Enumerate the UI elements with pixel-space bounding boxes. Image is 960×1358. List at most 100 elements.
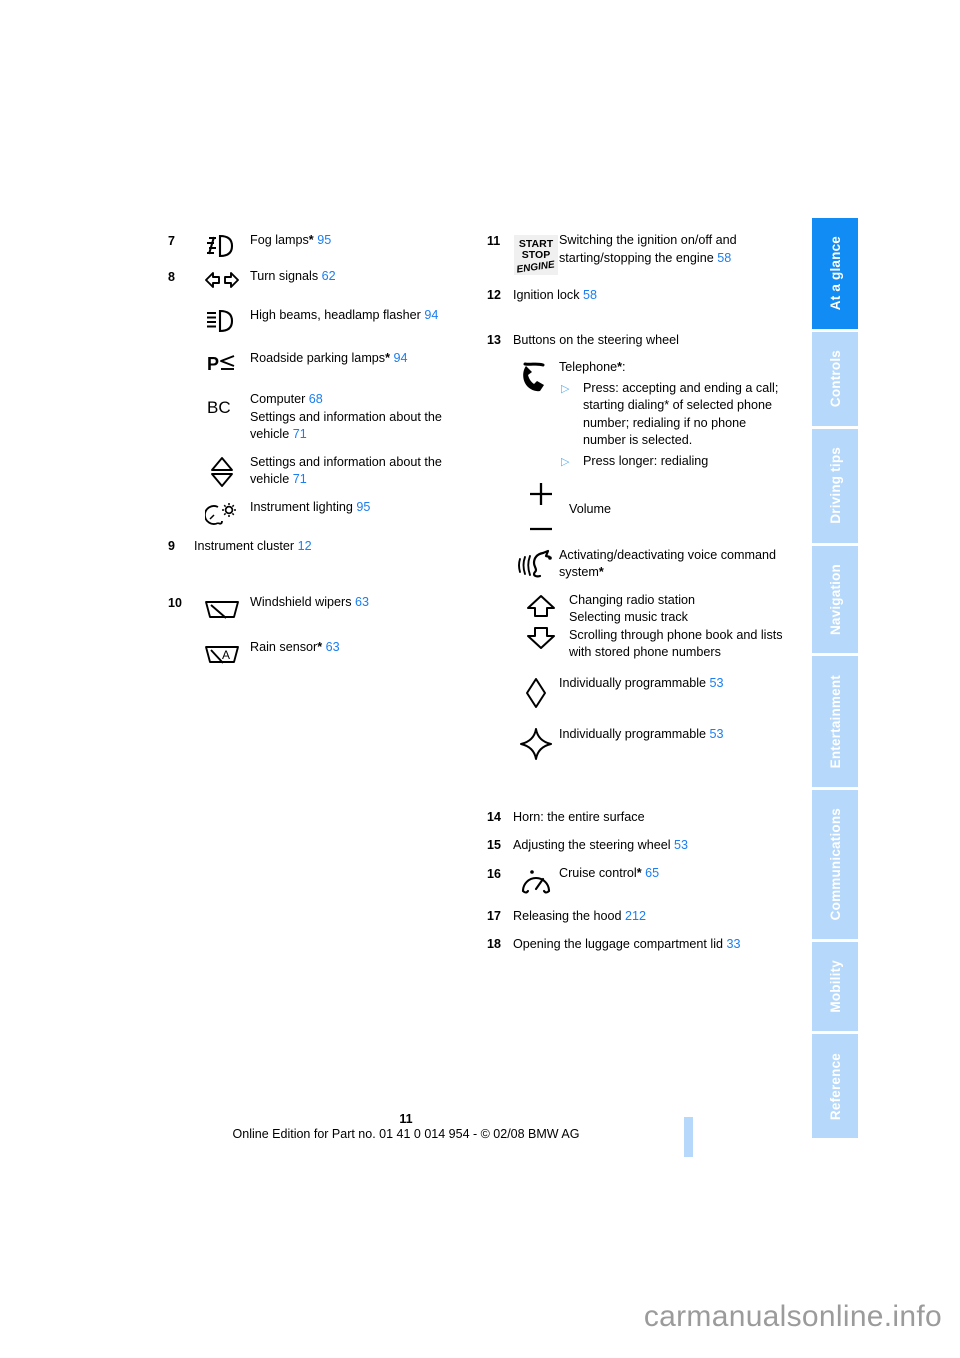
telephone-handset-icon [513, 359, 559, 395]
page-ref[interactable]: 65 [645, 866, 659, 880]
section-tab-strip: At a glance Controls Driving tips Naviga… [812, 218, 858, 1139]
entry-label: Ignition lock [513, 288, 580, 302]
fog-lamps-icon [194, 232, 250, 258]
up-down-triangles-icon [194, 454, 250, 488]
entry-label: Computer [250, 392, 306, 406]
tab-label: Reference [827, 1052, 843, 1120]
item-number: 12 [487, 288, 501, 302]
page-ref[interactable]: 95 [356, 500, 370, 514]
entry-horn: 14 Horn: the entire surface [487, 808, 787, 827]
item-number: 15 [487, 838, 501, 852]
page-ref[interactable]: 71 [293, 472, 307, 486]
page-ref[interactable]: 33 [727, 937, 741, 951]
entry-text: Activating/deactivating voice command sy… [559, 547, 787, 582]
item-number: 18 [487, 937, 501, 951]
arrow-line-2: Selecting music track [569, 610, 688, 624]
arrow-up-icon [525, 594, 557, 618]
tab-label: Mobility [827, 960, 843, 1013]
entry-text: Roadside parking lamps* 94 [250, 350, 473, 368]
volume-icons [513, 479, 569, 541]
entry-text: Individually programmable 53 [559, 675, 787, 693]
option-star: * [317, 640, 323, 654]
tab-driving-tips[interactable]: Driving tips [812, 429, 858, 543]
entry-telephone: Telephone*: ▷ Press: accepting and endin… [487, 359, 787, 471]
page-ref[interactable]: 12 [298, 539, 312, 553]
page-ref[interactable]: 94 [424, 308, 438, 322]
page-ref[interactable]: 71 [293, 427, 307, 441]
telephone-bullet-2: ▷ Press longer: redialing [559, 453, 787, 471]
entry-label: Instrument cluster [194, 538, 295, 553]
colon: : [622, 360, 626, 374]
item-number-spacer [168, 391, 194, 392]
section-heading: Buttons on the steering wheel [513, 332, 679, 347]
entry-label: Switching the ignition on/off and starti… [559, 233, 737, 265]
entry-label: Activating/deactivating voice command sy… [559, 547, 777, 580]
start-stop-engine-icon: START STOP ENGINE [513, 232, 559, 276]
bullet-text: Press longer: redialing [583, 453, 709, 468]
entry-label: Fog lamps [250, 233, 309, 247]
arrow-icons [513, 592, 569, 650]
roadside-parking-icon: P [194, 350, 250, 374]
entry-label: High beams, headlamp flasher [250, 308, 421, 322]
tab-reference[interactable]: Reference [812, 1034, 858, 1139]
entry-text: High beams, headlamp flasher 94 [250, 307, 473, 325]
page-ref[interactable]: 94 [394, 351, 408, 365]
tab-navigation[interactable]: Navigation [812, 545, 858, 654]
entry-instrument-cluster: 9 Instrument cluster 12 [168, 537, 473, 556]
entry-text: Adjusting the steering wheel 53 [513, 836, 688, 855]
svg-text:P: P [207, 354, 219, 374]
entry-text: Horn: the entire surface [513, 808, 645, 827]
instrument-lighting-icon [194, 499, 250, 527]
item-number-spacer [168, 307, 194, 308]
entry-label: Rain sensor [250, 640, 318, 654]
entry-programmable-star: Individually programmable 53 [487, 726, 787, 760]
item-number-spacer [168, 350, 194, 351]
tab-controls[interactable]: Controls [812, 332, 858, 426]
page-ref[interactable]: 63 [326, 640, 340, 654]
page-ref[interactable]: 58 [717, 251, 731, 265]
telephone-block: Telephone*: ▷ Press: accepting and endin… [559, 359, 787, 471]
page-ref[interactable]: 62 [322, 269, 336, 283]
tab-entertainment[interactable]: Entertainment [812, 656, 858, 787]
page-ref[interactable]: 53 [674, 838, 688, 852]
page-ref[interactable]: 63 [355, 595, 369, 609]
svg-text:A: A [222, 648, 230, 662]
entry-label: Individually programmable [559, 726, 706, 741]
item-number-spacer [487, 592, 513, 593]
entry-fog-lamps: 7 Fog lamps* 95 [168, 232, 473, 258]
page-ref[interactable]: 212 [625, 909, 646, 923]
item-number: 17 [487, 908, 501, 923]
tab-mobility[interactable]: Mobility [812, 941, 858, 1032]
tab-label: Communications [827, 807, 843, 921]
entry-label: Individually programmable [559, 675, 706, 690]
entry-windshield-wipers: 10 Windshield wipers 63 [168, 594, 473, 622]
telephone-bullet-1: ▷ Press: accepting and ending a call; st… [559, 380, 787, 450]
item-number: 14 [487, 809, 501, 824]
option-star: * [385, 351, 391, 365]
entry-opening-luggage-lid: 18 Opening the luggage compartment lid 3… [487, 935, 787, 954]
entry-label: Opening the luggage compartment lid [513, 937, 724, 951]
entry-steering-wheel-buttons: 13 Buttons on the steering wheel [487, 331, 787, 350]
turn-signals-icon [194, 268, 250, 290]
tab-label: Controls [827, 350, 843, 408]
page-ref[interactable]: 68 [309, 392, 323, 406]
four-point-star-icon [513, 726, 559, 760]
entry-text: Instrument cluster 12 [194, 537, 312, 556]
entry-text: Individually programmable 53 [559, 726, 787, 744]
tab-label: At a glance [827, 236, 843, 311]
page-ref[interactable]: 95 [317, 233, 331, 247]
entry-label: Windshield wipers [250, 595, 352, 609]
tab-at-a-glance[interactable]: At a glance [812, 218, 858, 330]
item-number-spacer [168, 454, 194, 455]
option-star: * [598, 565, 604, 579]
triangle-bullet-icon: ▷ [561, 455, 570, 468]
page-ref[interactable]: 53 [710, 727, 724, 741]
entry-label: Roadside parking lamps [250, 351, 386, 365]
page-ref[interactable]: 58 [583, 288, 597, 302]
page-ref[interactable]: 53 [710, 676, 724, 690]
entry-label: Adjusting the steering wheel [513, 838, 671, 852]
tab-communications[interactable]: Communications [812, 789, 858, 939]
computer-line-2: Settings and information about the vehic… [250, 409, 473, 444]
entry-label: Volume [569, 501, 612, 516]
entry-text: Settings and information about the vehic… [250, 454, 473, 489]
